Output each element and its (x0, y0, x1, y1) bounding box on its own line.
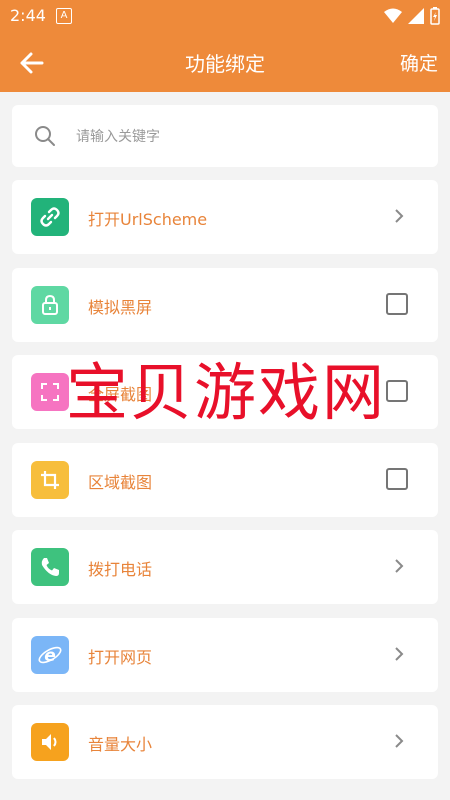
bottom-strip (0, 790, 450, 800)
item-label: 音量大小 (88, 735, 153, 754)
status-time: 2:44 (10, 6, 46, 25)
item-label: 全屏截图 (88, 385, 153, 404)
item-label: 模拟黑屏 (88, 298, 153, 317)
function-item-phone-call[interactable]: 拨打电话 (12, 530, 438, 604)
signal-icon (408, 8, 424, 24)
checkbox[interactable] (386, 293, 408, 315)
notification-icon: A (56, 8, 72, 24)
search-bar (12, 105, 438, 167)
search-input[interactable] (74, 121, 408, 153)
link-icon (31, 198, 69, 236)
item-label: 打开网页 (88, 648, 153, 667)
item-label: 打开UrlScheme (88, 210, 208, 229)
function-item-url-scheme[interactable]: 打开UrlScheme (12, 180, 438, 254)
app-bar: 功能绑定 确定 (0, 33, 450, 92)
browser-icon: e (31, 636, 69, 674)
search-icon (35, 126, 55, 146)
status-bar: 2:44 A (0, 0, 450, 33)
function-item-open-webpage[interactable]: e 打开网页 (12, 618, 438, 692)
chevron-right-icon (395, 209, 404, 223)
function-item-volume[interactable]: 音量大小 (12, 705, 438, 779)
system-icons (384, 7, 440, 25)
volume-icon (31, 723, 69, 761)
item-label: 拨打电话 (88, 560, 153, 579)
item-label: 区域截图 (88, 473, 153, 492)
fullscreen-capture-icon (31, 373, 69, 411)
svg-text:e: e (44, 646, 56, 666)
checkbox[interactable] (386, 468, 408, 490)
function-item-black-screen[interactable]: 模拟黑屏 (12, 268, 438, 342)
phone-icon (31, 548, 69, 586)
function-item-fullscreen-capture[interactable]: 全屏截图 (12, 355, 438, 429)
chevron-right-icon (395, 559, 404, 573)
page-title: 功能绑定 (185, 52, 265, 76)
confirm-button[interactable]: 确定 (400, 49, 438, 76)
battery-icon (430, 7, 440, 25)
chevron-right-icon (395, 647, 404, 661)
lock-icon (31, 286, 69, 324)
checkbox[interactable] (386, 380, 408, 402)
crop-icon (31, 461, 69, 499)
chevron-right-icon (395, 734, 404, 748)
function-item-region-capture[interactable]: 区域截图 (12, 443, 438, 517)
wifi-icon (384, 8, 402, 23)
